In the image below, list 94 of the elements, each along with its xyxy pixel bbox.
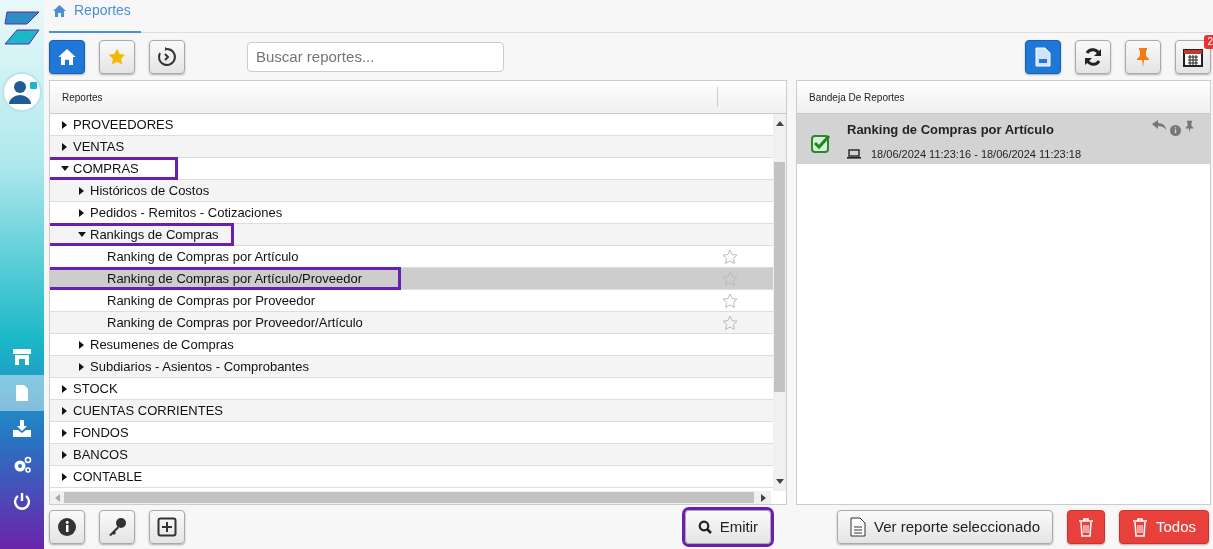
panel-title: Bandeja De Reportes: [809, 90, 905, 105]
scroll-right-icon[interactable]: [761, 493, 767, 502]
tree-label: BANCOS: [73, 445, 128, 464]
tree-label: PROVEEDORES: [73, 115, 174, 134]
tree-row[interactable]: Ranking de Compras por Proveedor/Artículo: [50, 312, 773, 334]
notification-badge: 2: [1204, 34, 1213, 49]
tree-row[interactable]: Históricos de Costos: [50, 180, 773, 202]
delete-all-button[interactable]: Todos: [1118, 510, 1209, 544]
history-button[interactable]: [149, 39, 185, 74]
caret-down-icon[interactable]: [77, 232, 86, 237]
tree-label: CUENTAS CORRIENTES: [73, 401, 223, 420]
tree-row[interactable]: CONTABLE: [50, 466, 773, 488]
column-header: Reportes: [62, 90, 103, 105]
trash-icon: [1077, 517, 1094, 537]
document-icon: [1035, 46, 1051, 67]
laptop-icon: [847, 148, 861, 159]
add-button[interactable]: [149, 510, 185, 544]
tree-label: CONTABLE: [73, 467, 143, 486]
caret-down-icon[interactable]: [60, 166, 69, 171]
history-icon: [156, 45, 178, 68]
tree-label: Ranking de Compras por Artículo/Proveedor: [107, 269, 363, 288]
tree-row[interactable]: Subdiarios - Asientos - Comprobantes: [50, 356, 773, 378]
tree-label: COMPRAS: [73, 159, 139, 178]
caret-right-icon[interactable]: [79, 186, 84, 195]
emit-button[interactable]: Emitir: [684, 510, 772, 544]
tree-label: Ranking de Compras por Artículo: [107, 247, 299, 266]
scroll-up-icon[interactable]: [775, 120, 784, 126]
tree-label: Rankings de Compras: [90, 225, 219, 244]
refresh-icon: [1083, 46, 1103, 67]
info-button[interactable]: [49, 510, 85, 544]
horizontal-scrollbar[interactable]: [50, 491, 771, 504]
store-icon: [12, 348, 32, 366]
tree-row[interactable]: Rankings de Compras: [50, 224, 773, 246]
caret-right-icon[interactable]: [79, 362, 84, 371]
download-icon: [12, 420, 32, 438]
caret-right-icon[interactable]: [62, 472, 67, 481]
tree-label: FONDOS: [73, 423, 129, 442]
home-button[interactable]: [49, 39, 85, 74]
tree-label: VENTAS: [73, 137, 125, 156]
info-icon[interactable]: [1170, 125, 1181, 136]
settings-icon: [12, 456, 32, 474]
refresh-button[interactable]: [1075, 39, 1111, 74]
key-button[interactable]: [99, 510, 135, 544]
tree-label: Históricos de Costos: [90, 181, 210, 200]
tree-row[interactable]: VENTAS: [50, 136, 773, 158]
reports-button[interactable]: [1025, 39, 1061, 74]
logo-icon: [3, 10, 41, 46]
report-item[interactable]: Ranking de Compras por Artículo 18/06/2024 11:23:16 - 18/06/2024 11:23:18: [797, 114, 1210, 164]
caret-right-icon[interactable]: [62, 428, 67, 437]
tree-label: Ranking de Compras por Proveedor: [107, 291, 316, 310]
tree-label: STOCK: [73, 379, 118, 398]
avatar-icon[interactable]: [2, 72, 42, 112]
tree-label: Resumenes de Compras: [90, 335, 234, 354]
home-icon: [53, 4, 66, 17]
report-title: Ranking de Compras por Artículo: [847, 121, 1055, 139]
key-icon: [107, 517, 127, 537]
search-icon: [697, 520, 712, 534]
pin-icon[interactable]: [1185, 120, 1194, 133]
star-icon[interactable]: [722, 249, 738, 266]
power-icon: [13, 492, 31, 510]
tree-row[interactable]: BANCOS: [50, 444, 773, 466]
caret-right-icon[interactable]: [62, 384, 67, 393]
star-icon[interactable]: [722, 315, 738, 332]
document-icon: [15, 384, 29, 402]
caret-right-icon[interactable]: [62, 450, 67, 459]
tree-label: Ranking de Compras por Proveedor/Artículo: [107, 313, 363, 332]
trash-icon: [1131, 517, 1148, 537]
caret-right-icon[interactable]: [62, 142, 67, 151]
info-icon: [57, 517, 77, 537]
reply-icon[interactable]: [1152, 120, 1166, 130]
calendar-icon: [1183, 46, 1203, 67]
view-report-button[interactable]: Ver reporte seleccionado: [837, 510, 1053, 544]
tree-row[interactable]: COMPRAS: [50, 158, 773, 180]
tree-label: Subdiarios - Asientos - Comprobantes: [90, 357, 309, 376]
document-icon: [850, 517, 867, 537]
star-icon[interactable]: [722, 271, 738, 288]
delete-button[interactable]: [1066, 510, 1105, 544]
search-field[interactable]: Buscar reportes...: [247, 41, 504, 72]
tree-row[interactable]: CUENTAS CORRIENTES: [50, 400, 773, 422]
caret-right-icon[interactable]: [62, 120, 67, 129]
caret-right-icon[interactable]: [79, 208, 84, 217]
star-icon: [108, 47, 126, 66]
home-icon: [58, 48, 76, 65]
report-time: 18/06/2024 11:23:16 - 18/06/2024 11:23:18: [871, 146, 1081, 162]
caret-right-icon[interactable]: [62, 406, 67, 415]
tree-label: Pedidos - Remitos - Cotizaciones: [90, 203, 283, 222]
star-icon[interactable]: [722, 293, 738, 310]
pin-button[interactable]: [1125, 39, 1161, 74]
caret-right-icon[interactable]: [79, 340, 84, 349]
tree-row[interactable]: Ranking de Compras por Artículo/Proveedor: [50, 268, 773, 290]
plus-square-icon: [157, 517, 177, 537]
pin-icon: [1136, 46, 1150, 67]
vertical-scrollbar[interactable]: [773, 114, 786, 491]
scroll-down-icon[interactable]: [775, 479, 784, 485]
